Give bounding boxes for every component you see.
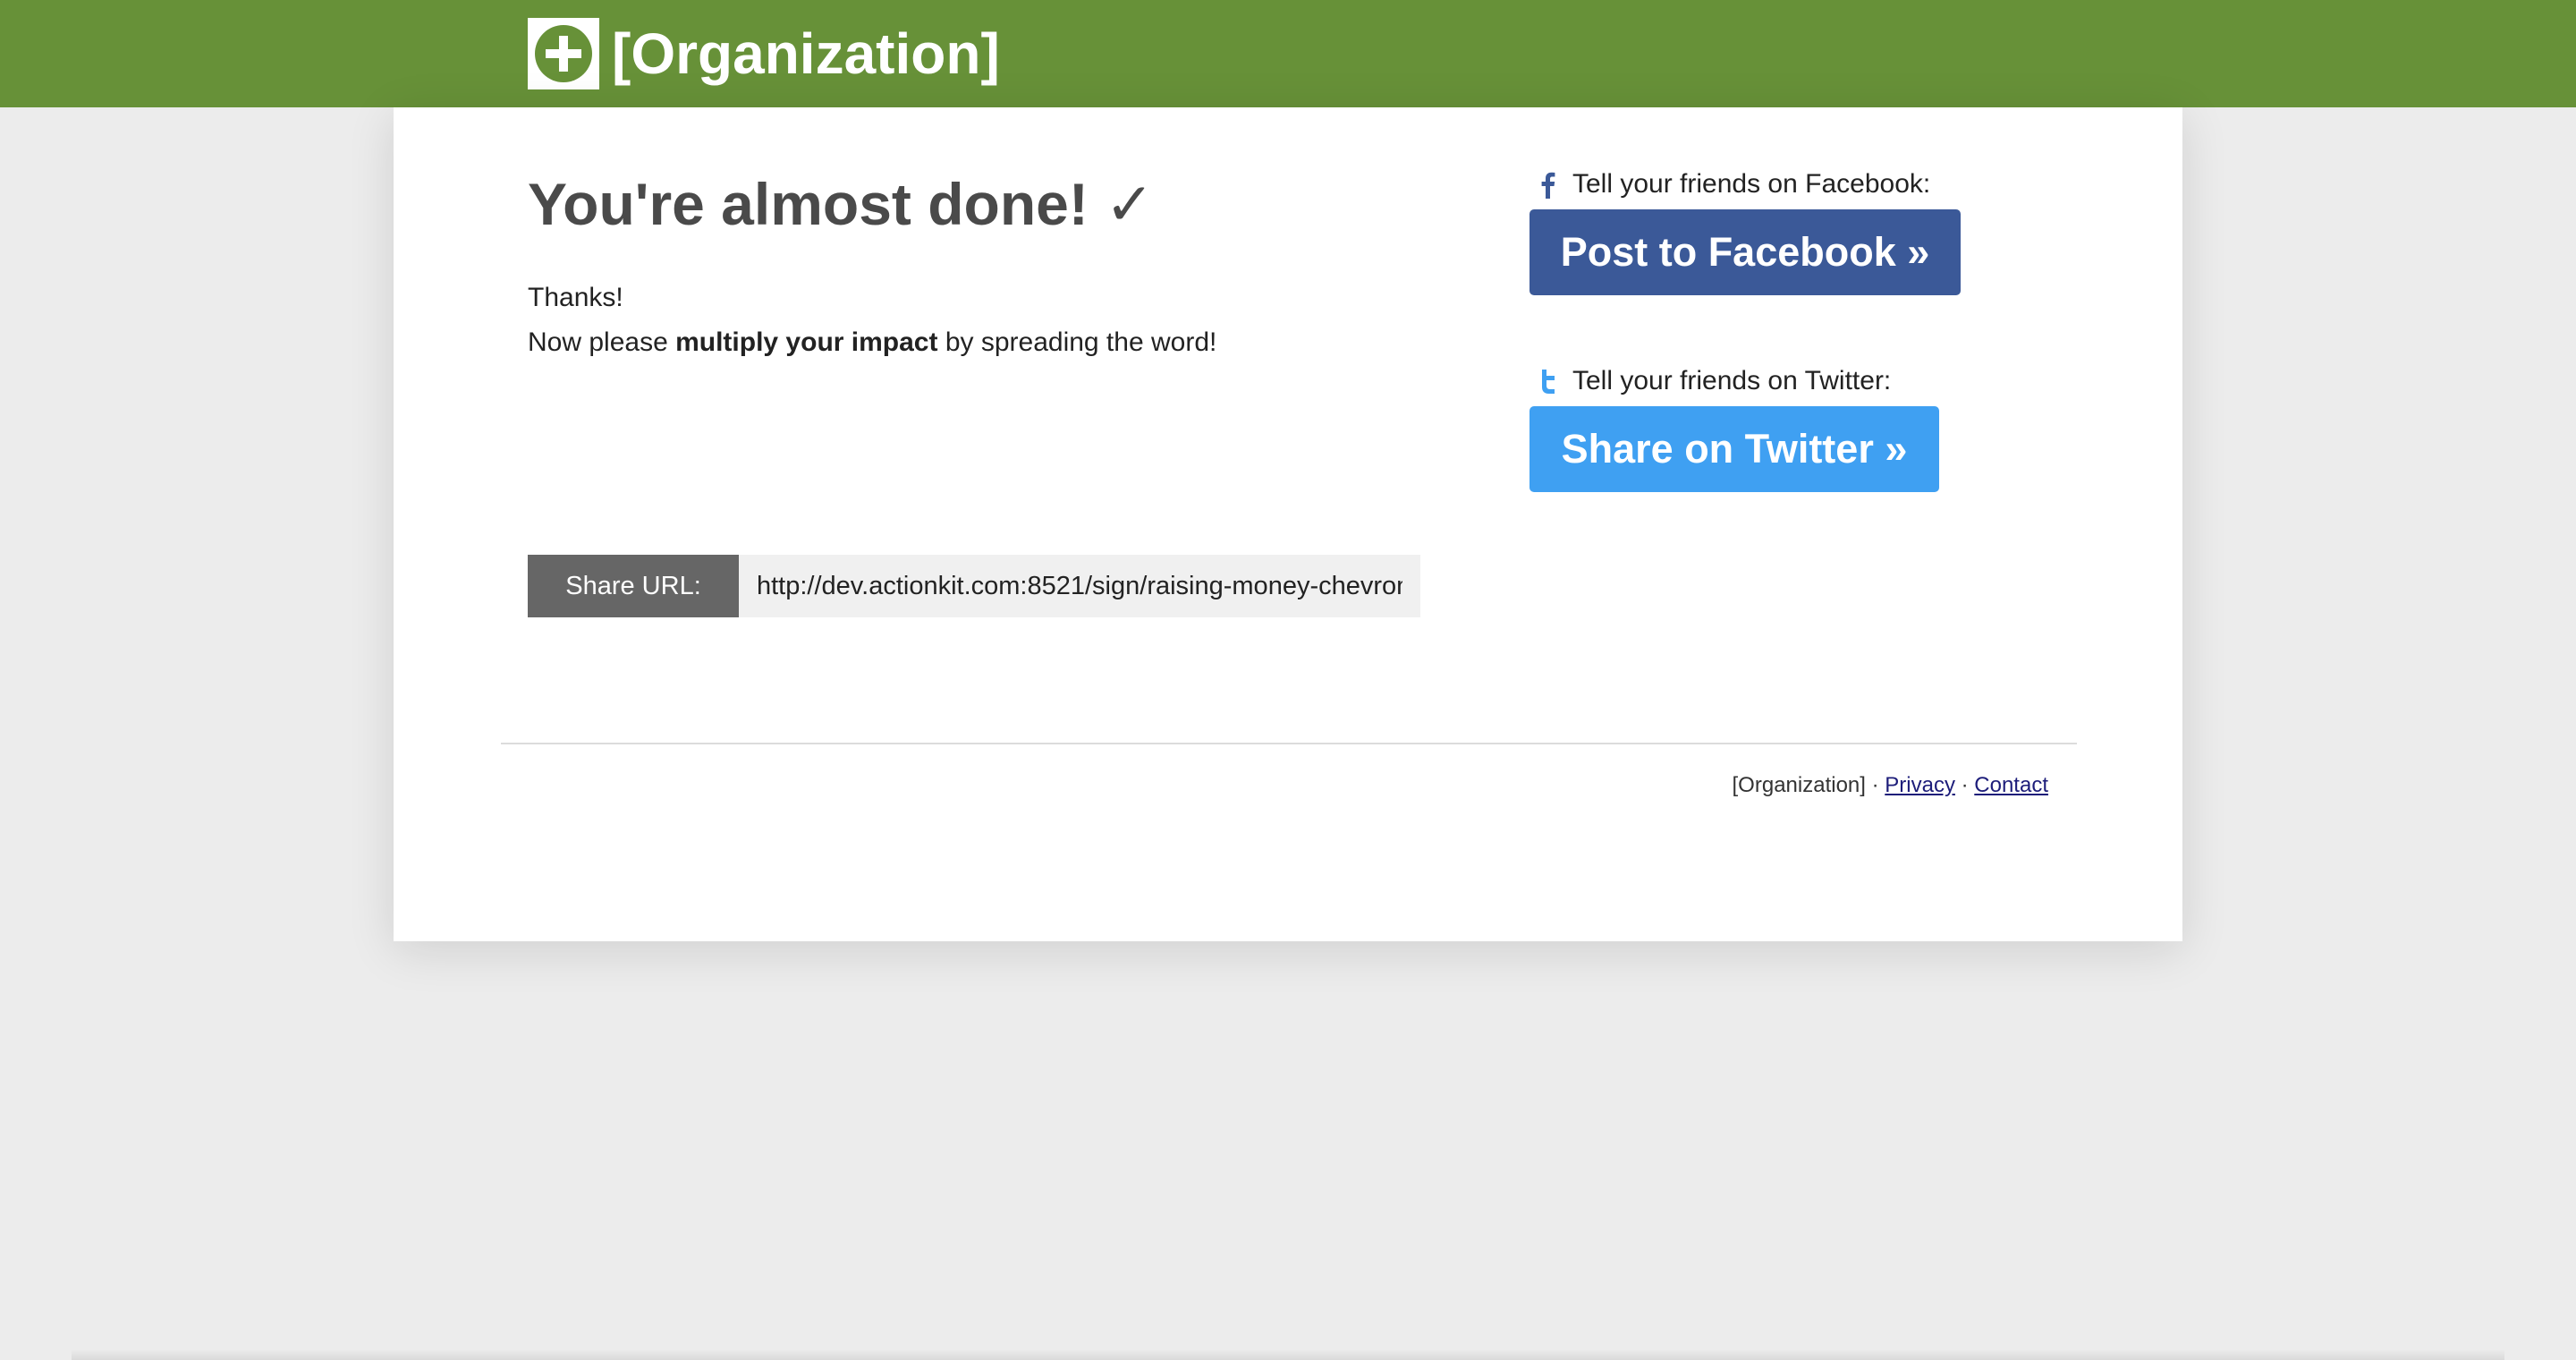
- share-on-twitter-button[interactable]: Share on Twitter »: [1530, 406, 1939, 492]
- plus-circle-icon: [528, 18, 599, 89]
- logo[interactable]: [Organization]: [528, 18, 1000, 89]
- twitter-icon: [1542, 370, 1555, 394]
- content-card: You're almost done! ✓ Thanks! Now please…: [394, 107, 2182, 941]
- footer-divider: [501, 743, 2077, 744]
- privacy-link[interactable]: Privacy: [1885, 773, 1955, 797]
- footer-separator: ·: [1954, 773, 1975, 797]
- share-url-group: Share URL:: [528, 555, 1420, 617]
- twitter-prompt: Tell your friends on Twitter:: [1535, 363, 1891, 399]
- plus-bar-vertical: [559, 36, 568, 72]
- org-name: [Organization]: [612, 21, 1000, 86]
- bottom-shadow: [72, 1349, 2504, 1360]
- header-bar: [Organization]: [0, 0, 2576, 107]
- footer-separator: ·: [1865, 773, 1885, 797]
- footer: [Organization] · Privacy · Contact: [1733, 773, 2048, 798]
- footer-org: [Organization]: [1732, 773, 1866, 797]
- impact-prefix: Now please: [528, 327, 676, 357]
- thanks-text: Thanks!: [528, 283, 623, 312]
- facebook-prompt: Tell your friends on Facebook:: [1535, 166, 1930, 202]
- facebook-icon: [1541, 172, 1555, 199]
- impact-suffix: by spreading the word!: [937, 327, 1217, 357]
- facebook-prompt-text: Tell your friends on Facebook:: [1572, 169, 1931, 199]
- impact-text: Now please multiply your impact by sprea…: [528, 320, 1216, 365]
- page-title: You're almost done! ✓: [528, 171, 1155, 237]
- share-url-label: Share URL:: [528, 555, 739, 617]
- contact-link[interactable]: Contact: [1974, 773, 2048, 797]
- share-url-input[interactable]: [739, 555, 1420, 617]
- post-to-facebook-button[interactable]: Post to Facebook »: [1530, 209, 1961, 295]
- twitter-prompt-text: Tell your friends on Twitter:: [1572, 366, 1892, 395]
- impact-bold: multiply your impact: [675, 327, 938, 357]
